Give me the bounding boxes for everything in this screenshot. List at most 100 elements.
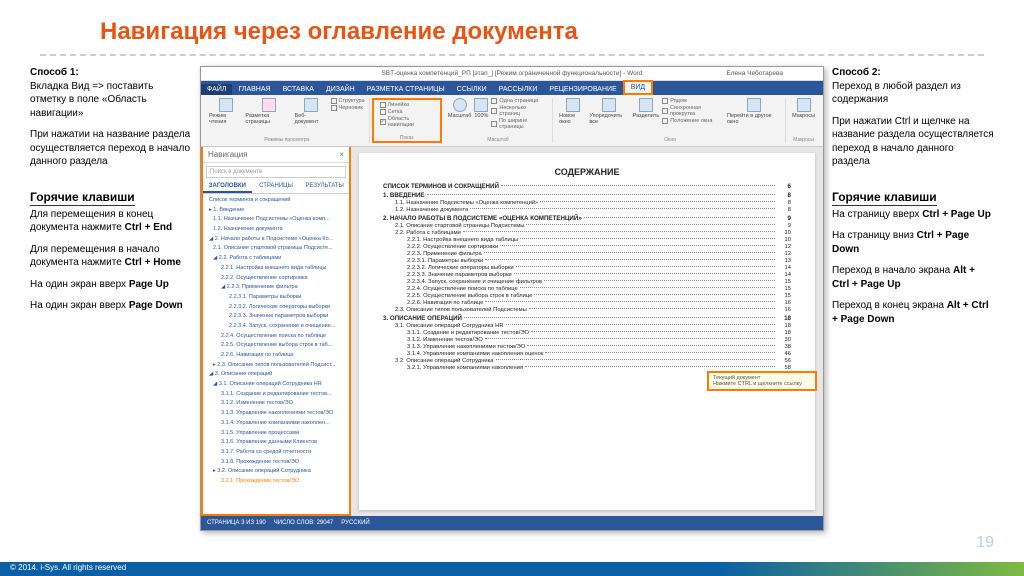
tab-review[interactable]: РЕЦЕНЗИРОВАНИЕ bbox=[543, 84, 622, 95]
toc-line[interactable]: 3.1.4. Управление компаниями накопления … bbox=[383, 351, 791, 357]
nav-tab-results[interactable]: РЕЗУЛЬТАТЫ bbox=[300, 181, 349, 193]
toc-line[interactable]: 3.1.3. Управление накоплениями тестов/ЭО… bbox=[383, 344, 791, 350]
footer-copyright: © 2014. i-Sys. All rights reserved bbox=[0, 562, 1024, 576]
tab-home[interactable]: ГЛАВНАЯ bbox=[232, 84, 276, 95]
nav-tree-item[interactable]: ◢ 2.2. Работа с таблицами bbox=[205, 254, 347, 264]
nav-tree-item[interactable]: 1.1. Назначение Подсистемы «Оценка комп.… bbox=[205, 215, 347, 225]
nav-tree-item[interactable]: 3.1.8. Прохождение тестов/ЭО bbox=[205, 458, 347, 468]
nav-tree-item[interactable]: 3.1.6. Управление данными Клиентов bbox=[205, 438, 347, 448]
hotkeys-head-right: Горячие клавиши bbox=[832, 189, 937, 206]
nav-tree-item[interactable]: 2.2.2. Осуществление сортировки bbox=[205, 274, 347, 284]
nav-tree-item[interactable]: Список терминов и сокращений bbox=[205, 196, 347, 206]
status-bar: СТРАНИЦА 3 ИЗ 190 ЧИСЛО СЛОВ: 29047 РУСС… bbox=[201, 516, 823, 530]
outline-check[interactable] bbox=[331, 98, 337, 104]
web-layout-button[interactable]: Веб-документ bbox=[295, 98, 328, 125]
ctrl-click-tooltip: Текущий документ Нажмите CTRL и щелкните… bbox=[707, 371, 817, 391]
document-area: СОДЕРЖАНИЕ СПИСОК ТЕРМИНОВ И СОКРАЩЕНИЙ6… bbox=[351, 147, 823, 516]
nav-tree-item[interactable]: ▸ 3.2. Описание операций Сотрудника bbox=[205, 467, 347, 477]
tab-view[interactable]: ВИД bbox=[623, 80, 653, 95]
nav-tree-item[interactable]: 3.2.1. Прохождение тестов/ЭО bbox=[205, 477, 347, 487]
draft-check[interactable] bbox=[331, 105, 337, 111]
toc-line[interactable]: 2.2. Работа с таблицами10 bbox=[383, 230, 791, 236]
toc-line[interactable]: 2.3. Описание типов пользователей Подсис… bbox=[383, 307, 791, 313]
toc-line[interactable]: СПИСОК ТЕРМИНОВ И СОКРАЩЕНИЙ6 bbox=[383, 183, 791, 190]
toc-line[interactable]: 2. НАЧАЛО РАБОТЫ В ПОДСИСТЕМЕ «ОЦЕНКА КО… bbox=[383, 215, 791, 222]
nav-tree-item[interactable]: ◢ 3. Описание операций bbox=[205, 370, 347, 380]
toc-line[interactable]: 2.2.4. Осуществление поиска по таблице15 bbox=[383, 286, 791, 292]
toc-line[interactable]: 2.2.6. Навигация по таблице16 bbox=[383, 300, 791, 306]
toc-line[interactable]: 3.2. Описание операций Сотрудника56 bbox=[383, 358, 791, 364]
right-column: Способ 2:Переход в любой раздел из содер… bbox=[824, 66, 994, 531]
nav-close-icon[interactable]: × bbox=[339, 150, 344, 159]
nav-tree-item[interactable]: 2.1. Описание стартовой страницы Подсист… bbox=[205, 244, 347, 254]
toc-line[interactable]: 3.1.2. Изменение тестов/ЭО30 bbox=[383, 337, 791, 343]
split-button[interactable]: Разделить bbox=[633, 98, 660, 119]
print-layout-button[interactable]: Разметка страницы bbox=[245, 98, 291, 125]
ribbon-body: Режим чтения Разметка страницы Веб-докум… bbox=[201, 95, 823, 147]
toc-line[interactable]: 2.2.3.1. Параметры выборки13 bbox=[383, 258, 791, 264]
nav-tree-item[interactable]: 3.1.4. Управление компаниями накоплен... bbox=[205, 419, 347, 429]
nav-tree-item[interactable]: 2.2.3.1. Параметры выборки bbox=[205, 293, 347, 303]
toc-line[interactable]: 1.2. Назначение документа8 bbox=[383, 207, 791, 213]
hotkeys-head-left: Горячие клавиши bbox=[30, 189, 135, 206]
tab-insert[interactable]: ВСТАВКА bbox=[277, 84, 320, 95]
nav-tree-item[interactable]: 3.1.2. Изменение тестов/ЭО bbox=[205, 399, 347, 409]
ruler-check[interactable] bbox=[380, 102, 386, 108]
toc-line[interactable]: 3. ОПИСАНИЕ ОПЕРАЦИЙ18 bbox=[383, 315, 791, 322]
toc-line[interactable]: 2.2.1. Настройка внешнего вида таблицы10 bbox=[383, 237, 791, 243]
nav-tree-item[interactable]: 3.1.3. Управление накоплениями тестов/ЭО bbox=[205, 409, 347, 419]
toc-line[interactable]: 2.2.3.4. Запуск, сохранение и очищение ф… bbox=[383, 279, 791, 285]
nav-title: Навигация bbox=[208, 150, 248, 159]
nav-tree-item[interactable]: 2.2.4. Осуществление поиска по таблице bbox=[205, 332, 347, 342]
arrange-all-button[interactable]: Упорядочить все bbox=[589, 98, 629, 125]
new-window-button[interactable]: Новое окно bbox=[559, 98, 586, 125]
read-mode-button[interactable]: Режим чтения bbox=[209, 98, 242, 125]
nav-tree-item[interactable]: ◢ 2.2.3. Применение фильтра bbox=[205, 283, 347, 293]
divider bbox=[40, 54, 984, 56]
tab-mailings[interactable]: РАССЫЛКИ bbox=[493, 84, 544, 95]
zoom-button[interactable]: Масштаб bbox=[448, 98, 472, 119]
nav-tree-item[interactable]: 2.2.1. Настройка внешнего вида таблицы bbox=[205, 264, 347, 274]
grid-check[interactable] bbox=[380, 109, 386, 115]
nav-tab-headings[interactable]: ЗАГОЛОВКИ bbox=[203, 181, 252, 193]
nav-tree-item[interactable]: 2.2.5. Осуществление выбора строк в таб.… bbox=[205, 341, 347, 351]
toc-line[interactable]: 1. ВВЕДЕНИЕ8 bbox=[383, 192, 791, 199]
word-titlebar: SBТ-оценка компетенций_РП [этап_] [Режим… bbox=[201, 67, 823, 81]
nav-tree-item[interactable]: 2.2.3.2. Логические операторы выборки bbox=[205, 303, 347, 313]
toc-line[interactable]: 3.1.1. Создание и редактирование тестов/… bbox=[383, 330, 791, 336]
nav-tree-item[interactable]: ◢ 2. Начало работы в Подсистеме «Оценка … bbox=[205, 235, 347, 245]
nav-tab-pages[interactable]: СТРАНИЦЫ bbox=[252, 181, 301, 193]
method1-head: Способ 1: bbox=[30, 67, 79, 78]
nav-tree-item[interactable]: ▸ 2.3. Описание типов пользователей Подс… bbox=[205, 361, 347, 371]
ribbon-tabs: ФАЙЛ ГЛАВНАЯ ВСТАВКА ДИЗАЙН РАЗМЕТКА СТР… bbox=[201, 81, 823, 95]
tab-references[interactable]: ССЫЛКИ bbox=[451, 84, 493, 95]
nav-tree-item[interactable]: 3.1.1. Создание и редактирование тестов.… bbox=[205, 390, 347, 400]
nav-tree-item[interactable]: ▸ 1. Введение bbox=[205, 206, 347, 216]
toc-line[interactable]: 2.2.3. Применение фильтра12 bbox=[383, 251, 791, 257]
zoom-100-button[interactable]: 100% bbox=[474, 98, 488, 119]
nav-search-input[interactable]: Поиск в документе bbox=[206, 166, 346, 178]
nav-tree-item[interactable]: 2.2.3.4. Запуск, сохранение и очищение..… bbox=[205, 322, 347, 332]
toc-line[interactable]: 2.2.5. Осуществление выбора строк в табл… bbox=[383, 293, 791, 299]
left-column: Способ 1:Вкладка Вид => поставить отметк… bbox=[30, 66, 200, 531]
nav-tree-item[interactable]: 3.1.5. Управление процессами bbox=[205, 429, 347, 439]
toc-line[interactable]: 3.1. Описание операций Сотрудника HR18 bbox=[383, 323, 791, 329]
nav-tree-item[interactable]: 2.2.6. Навигация по таблице bbox=[205, 351, 347, 361]
nav-tree-item[interactable]: 1.2. Назначение документа bbox=[205, 225, 347, 235]
tab-file[interactable]: ФАЙЛ bbox=[201, 84, 232, 95]
macros-button[interactable]: Макросы bbox=[792, 98, 815, 119]
nav-tree-item[interactable]: ◢ 3.1. Описание операций Сотрудника HR bbox=[205, 380, 347, 390]
nav-pane-check[interactable]: ✓ bbox=[380, 119, 386, 125]
toc-line[interactable]: 2.2.3.2. Логические операторы выборки14 bbox=[383, 265, 791, 271]
nav-tree-item[interactable]: 3.1.7. Работа со средой отчетности bbox=[205, 448, 347, 458]
nav-tree-item[interactable]: 2.2.3.3. Значение параметров выборки bbox=[205, 312, 347, 322]
switch-window-button[interactable]: Перейти в другое окно bbox=[727, 98, 781, 125]
slide-page-number: 19 bbox=[976, 534, 994, 552]
toc-line[interactable]: 2.2.3.3. Значение параметров выборки14 bbox=[383, 272, 791, 278]
tab-layout[interactable]: РАЗМЕТКА СТРАНИЦЫ bbox=[361, 84, 451, 95]
document-page: СОДЕРЖАНИЕ СПИСОК ТЕРМИНОВ И СОКРАЩЕНИЙ6… bbox=[359, 153, 815, 510]
toc-line[interactable]: 1.1. Назначение Подсистемы «Оценка компе… bbox=[383, 200, 791, 206]
toc-line[interactable]: 2.2.2. Осуществление сортировки12 bbox=[383, 244, 791, 250]
toc-line[interactable]: 2.1. Описание стартовой страницы Подсист… bbox=[383, 223, 791, 229]
tab-design[interactable]: ДИЗАЙН bbox=[320, 84, 361, 95]
